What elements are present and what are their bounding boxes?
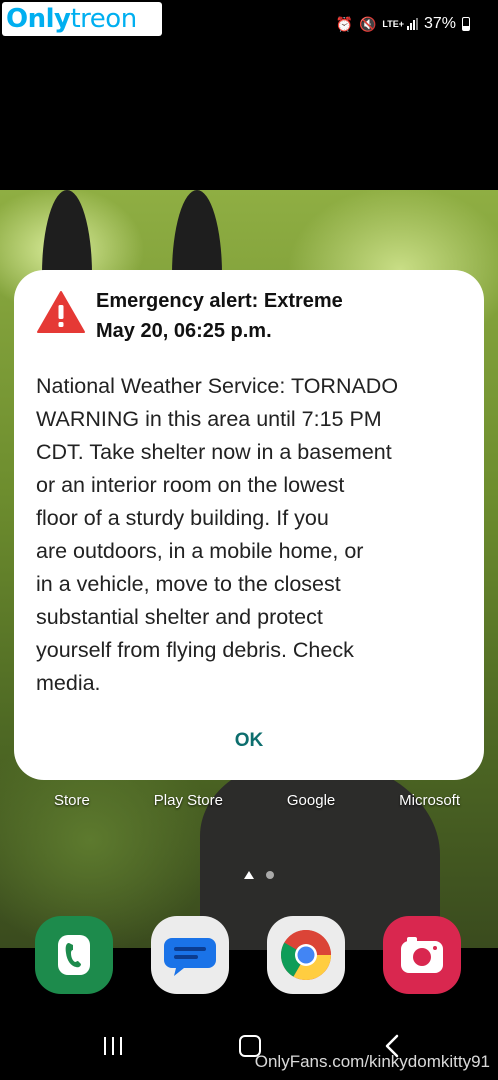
app-label-microsoft[interactable]: Microsoft [399,792,460,809]
mute-icon: 🔇 [358,15,377,32]
battery-percent: 37% [423,15,456,32]
navigation-bar: OnlyFans.com/kinkydomkitty91 [0,1010,498,1080]
alert-message-line: yourself from flying debris. Check [36,638,354,662]
page-indicator [244,871,274,879]
alert-message-line: WARNING in this area until 7:15 PM [36,407,382,431]
camera-app-button[interactable] [383,916,461,994]
chrome-app-button[interactable] [267,916,345,994]
chrome-icon [281,930,331,980]
alert-message: National Weather Service: TORNADO WARNIN… [36,370,466,700]
warning-triangle-icon [37,291,85,333]
app-label-store[interactable]: Store [54,792,90,809]
alert-message-line: CDT. Take shelter now in a basement [36,440,392,464]
alert-message-line: media. [36,671,101,695]
logo-text-only: Only [6,4,71,34]
alert-message-line: floor of a sturdy building. If you [36,506,329,530]
page-dot [266,871,274,879]
emergency-alert-dialog: Emergency alert: Extreme May 20, 06:25 p… [14,270,484,780]
app-label-google[interactable]: Google [287,792,335,809]
battery-icon [462,17,470,31]
alert-title: Emergency alert: Extreme May 20, 06:25 p… [96,286,464,346]
camera-icon [401,937,443,973]
watermark-footer-text: OnlyFans.com/kinkydomkitty91 [254,1052,490,1071]
phone-app-button[interactable] [35,916,113,994]
app-label-play-store[interactable]: Play Store [154,792,223,809]
alert-title-severity: Emergency alert: Extreme [96,290,343,312]
messages-icon [164,938,216,976]
ok-button[interactable]: OK [14,730,484,752]
alert-message-line: National Weather Service: TORNADO [36,374,399,398]
phone-screen: Only treon ⏰ 🔇 LTE+ 37% Store Play Store … [0,0,498,1080]
alert-message-line: are outdoors, in a mobile home, or [36,539,364,563]
recent-apps-button[interactable] [99,1032,127,1060]
alert-message-line: or an interior room on the lowest [36,473,345,497]
lte-icon: LTE+ [382,18,404,29]
app-labels-row: Store Play Store Google Microsoft [0,792,498,809]
home-page-indicator-icon [244,871,254,879]
onlytreon-logo: Only treon [2,2,162,36]
status-bar: ⏰ 🔇 LTE+ 37% [335,12,470,36]
phone-icon [58,935,90,975]
messages-app-button[interactable] [151,916,229,994]
logo-text-treon: treon [70,4,137,34]
alert-message-line: in a vehicle, move to the closest [36,572,341,596]
app-dock [0,914,498,998]
alert-title-timestamp: May 20, 06:25 p.m. [96,320,272,342]
signal-icon [406,18,418,30]
alarm-icon: ⏰ [335,15,353,32]
alert-message-line: substantial shelter and protect [36,605,323,629]
